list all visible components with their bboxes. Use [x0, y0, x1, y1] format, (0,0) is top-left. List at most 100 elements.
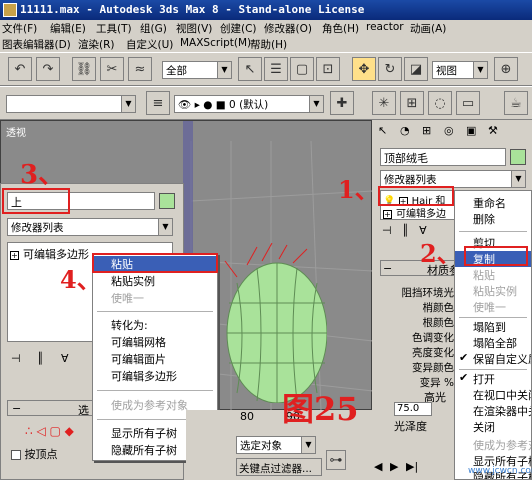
play-icon[interactable]: ▶ [390, 460, 398, 473]
rotate-icon[interactable]: ↻ [378, 57, 402, 81]
menu-item-collapse-to[interactable]: 塌陷到 [455, 319, 531, 335]
annotation-step1: 1、 [338, 175, 379, 204]
select-by-name-icon[interactable]: ☰ [264, 57, 288, 81]
menu-modifiers[interactable]: 修改器(O) [264, 21, 312, 36]
chevron-down-icon: ▼ [121, 96, 135, 112]
undo-icon[interactable]: ↶ [8, 57, 32, 81]
menu-item-paste-instance[interactable]: 粘贴实例 [93, 273, 217, 289]
hierarchy-icon[interactable]: ⊞ [400, 91, 424, 115]
menu-tools[interactable]: 工具(T) [96, 21, 132, 36]
checkmark-icon: ✔ [459, 371, 469, 384]
stack-item-editable-poly[interactable]: + 可编辑多边 [383, 205, 446, 221]
collapse-icon: − [383, 262, 393, 275]
param-mutant-color: 变异颜色 [412, 362, 454, 374]
param-value-variation: 亮度变化 [412, 347, 454, 359]
chevron-down-icon: ▼ [473, 62, 487, 78]
menu-item-keep-custom-attrs[interactable]: ✔ 保留自定义属性 [455, 351, 531, 367]
menu-item-make-unique[interactable]: 使唯一 [93, 290, 217, 306]
new-layer-icon[interactable]: ✚ [330, 91, 354, 115]
select-object-icon[interactable]: ↖ [238, 57, 262, 81]
unlink-icon[interactable]: ✂ [100, 57, 124, 81]
menu-edit[interactable]: 编辑(E) [50, 21, 86, 36]
menu-item-make-reference[interactable]: 使成为参考对象 [455, 437, 531, 453]
expand-icon[interactable]: + [383, 210, 392, 219]
display-icon[interactable]: ▭ [456, 91, 480, 115]
menu-animation[interactable]: 动画(A) [410, 21, 446, 36]
key-filters-button[interactable]: 关键点过滤器... [236, 458, 322, 476]
selection-filter-value: 全部 [166, 65, 187, 77]
next-frame-icon[interactable]: ▶| [406, 460, 418, 473]
menu-customize[interactable]: 自定义(U) [126, 37, 173, 52]
menu-view[interactable]: 视图(V) [176, 21, 212, 36]
hierarchy-tab-icon[interactable]: ⊞ [422, 124, 431, 137]
create-tab-icon[interactable]: ↖ [378, 124, 387, 137]
specular-spinner[interactable]: 75.0 [394, 402, 432, 416]
menu-item-rename[interactable]: 重命名 [455, 195, 531, 211]
make-unique-icon[interactable]: ∀ [61, 352, 69, 365]
object-color-swatch[interactable] [159, 193, 175, 209]
named-selection-dropdown[interactable]: ▼ [6, 95, 136, 113]
right-object-name-field[interactable]: 顶部绒毛 [380, 148, 506, 166]
move-icon[interactable]: ✥ [352, 57, 376, 81]
bind-spacewarp-icon[interactable]: ≈ [128, 57, 152, 81]
menu-item-paste[interactable]: 粘贴 [455, 267, 531, 283]
modify-tab-icon[interactable]: ◔ [400, 124, 410, 137]
menu-character[interactable]: 角色(H) [322, 21, 359, 36]
menu-create[interactable]: 创建(C) [220, 21, 257, 36]
redo-icon[interactable]: ↷ [36, 57, 60, 81]
viewport-label[interactable]: 透视 [6, 124, 26, 139]
frame-label-80: 80 [240, 410, 254, 423]
teapot-render-icon[interactable]: ☕ [504, 91, 528, 115]
scale-icon[interactable]: ◪ [404, 57, 428, 81]
layer-dropdown[interactable]: 👁 ▸ ● ■ 0 (默认) ▼ [174, 95, 324, 113]
pivot-center-icon[interactable]: ⊕ [494, 57, 518, 81]
show-end-result-icon[interactable]: ║ [37, 352, 44, 365]
utilities-tab-icon[interactable]: ⚒ [488, 124, 498, 137]
menu-item-off-in-renderer[interactable]: 在渲染器中关闭 [455, 403, 531, 419]
menu-rendering[interactable]: 渲染(R) [78, 37, 115, 52]
menu-help[interactable]: 帮助(H) [250, 37, 287, 52]
by-vertex-checkbox[interactable]: 按顶点 [11, 446, 58, 462]
menu-group[interactable]: 组(G) [140, 21, 167, 36]
main-toolbar: ↶ ↷ ⛓ ✂ ≈ 全部 ▼ ↖ ☰ ▢ ⊡ ✥ ↻ ◪ 视图 ▼ ⊕ [0, 52, 532, 86]
checkbox-label: 按顶点 [24, 448, 58, 461]
param-ambient-occlusion: 阻挡环境光 [401, 287, 455, 299]
layers-toolbar: ▼ ≡ 👁 ▸ ● ■ 0 (默认) ▼ ✚ ✳ ⊞ ◌ ▭ ☕ [0, 86, 532, 120]
subobject-icons[interactable]: ∴ ◁ ▢ ◆ [25, 424, 74, 438]
motion-tab-icon[interactable]: ◎ [444, 124, 454, 137]
menu-item-editable-patch[interactable]: 可编辑面片 [93, 351, 217, 367]
pin-stack-icon[interactable]: ⊣ [11, 352, 21, 365]
reference-coord-dropdown[interactable]: 视图 ▼ [432, 61, 488, 79]
window-crossing-icon[interactable]: ⊡ [316, 57, 340, 81]
menu-graph-editors[interactable]: 图表编辑器(D) [2, 37, 71, 52]
menu-item-off[interactable]: 关闭 [455, 419, 531, 435]
menu-reactor[interactable]: reactor [366, 21, 404, 33]
motion-icon[interactable]: ◌ [428, 91, 452, 115]
key-selection-dropdown[interactable]: 选定对象 ▼ [236, 436, 316, 454]
right-modifier-list-label: 修改器列表 [384, 174, 437, 186]
menu-item-editable-mesh[interactable]: 可编辑网格 [93, 334, 217, 350]
selection-filter-dropdown[interactable]: 全部 ▼ [162, 61, 232, 79]
menu-item-make-unique[interactable]: 使唯一 [455, 299, 531, 315]
menu-item-off-in-viewport[interactable]: 在视口中关闭 [455, 387, 531, 403]
layer-manager-icon[interactable]: ≡ [146, 91, 170, 115]
menu-item-delete[interactable]: 删除 [455, 211, 531, 227]
annotation-step2: 2、 [420, 239, 461, 268]
menu-maxscript[interactable]: MAXScript(M) [180, 37, 251, 49]
create-panel-icon[interactable]: ✳ [372, 91, 396, 115]
expand-icon[interactable]: + [10, 251, 19, 260]
menu-item-paste-instance[interactable]: 粘贴实例 [455, 283, 531, 299]
modifier-list-dropdown[interactable]: 修改器列表 ▼ [7, 218, 173, 236]
right-object-color-swatch[interactable] [510, 149, 526, 165]
menu-file[interactable]: 文件(F) [2, 21, 37, 36]
rect-selection-icon[interactable]: ▢ [290, 57, 314, 81]
menu-item-on[interactable]: ✔ 打开 [455, 371, 531, 387]
prev-frame-icon[interactable]: ◀ [374, 460, 382, 473]
menu-item-editable-poly[interactable]: 可编辑多边形 [93, 368, 217, 384]
cactus-object[interactable] [217, 243, 327, 403]
select-link-icon[interactable]: ⛓ [72, 57, 96, 81]
display-tab-icon[interactable]: ▣ [466, 124, 476, 137]
menu-item-collapse-all[interactable]: 塌陷全部 [455, 335, 531, 351]
material-params: 阻挡环境光 梢颜色 根颜色 色调变化 亮度变化 变异颜色 变异 % [392, 286, 455, 391]
key-mode-icon[interactable]: ⊶ [326, 450, 346, 470]
